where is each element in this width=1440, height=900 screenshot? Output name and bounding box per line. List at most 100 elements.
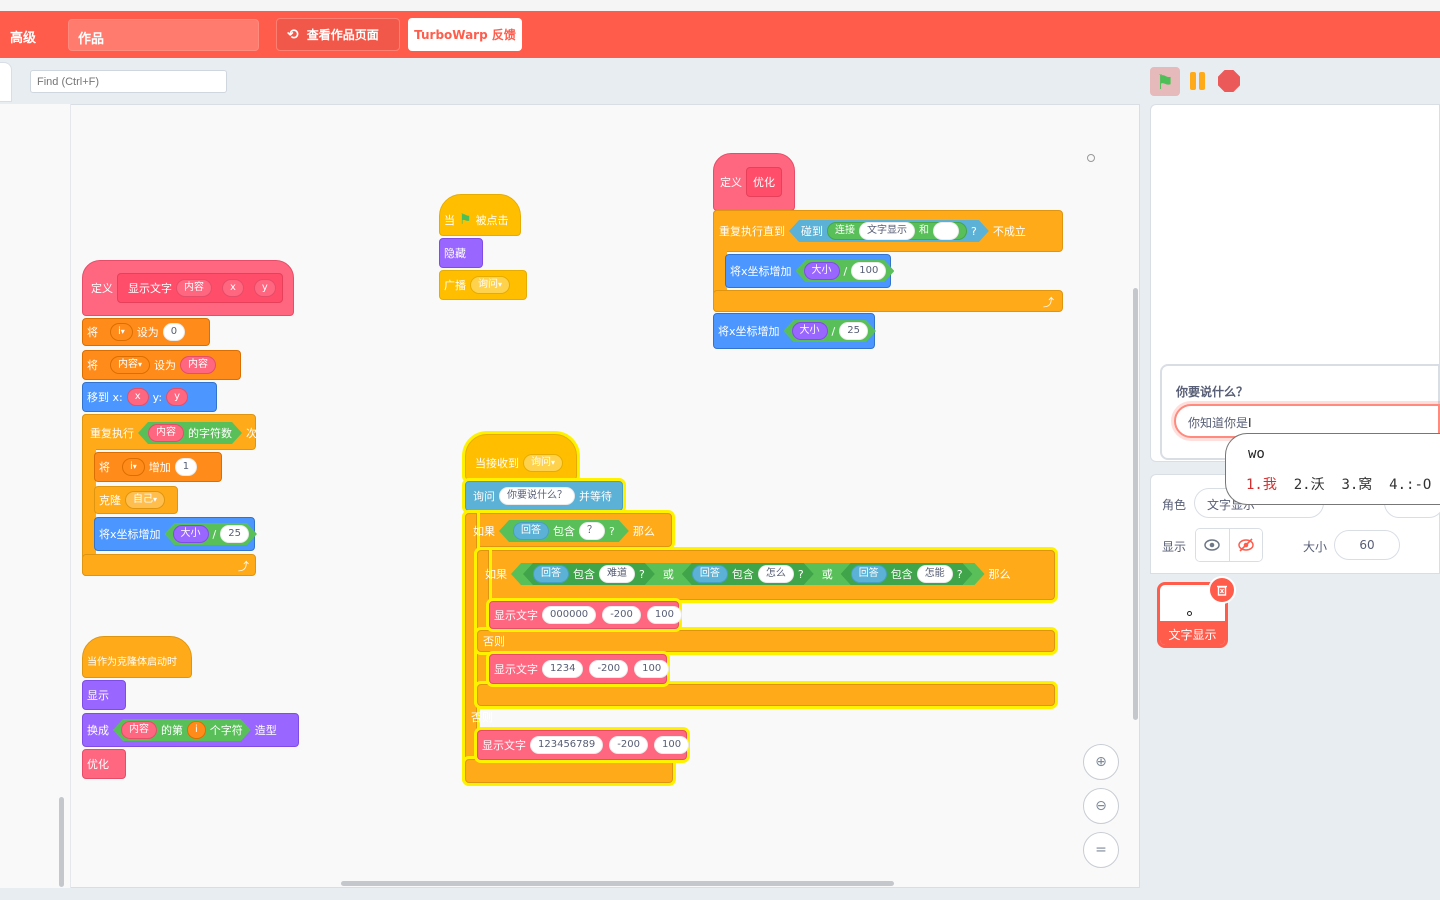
arg-y[interactable]: 100 xyxy=(646,606,682,624)
vertical-scrollbar[interactable] xyxy=(1133,288,1138,720)
define-display-block[interactable]: 定义 显示文字 内容 x y xyxy=(82,260,294,316)
param-content[interactable]: 内容 xyxy=(176,279,212,297)
arg-y[interactable]: 100 xyxy=(634,660,670,678)
answer-reporter[interactable]: 回答 xyxy=(851,565,887,583)
divisor-input[interactable]: 25 xyxy=(220,525,249,543)
clone-block[interactable]: 克隆 自己 xyxy=(94,486,178,514)
ask-question-input[interactable]: 你要说什么？ xyxy=(499,487,575,505)
feedback-button[interactable]: TurboWarp 反馈 xyxy=(408,18,522,51)
if-label: 如果 xyxy=(473,524,495,538)
project-title-input[interactable]: 作品 xyxy=(68,19,259,51)
show-hidden-button[interactable] xyxy=(1228,529,1262,561)
contains-text[interactable]: ？ xyxy=(579,522,605,540)
delete-sprite-button[interactable] xyxy=(1208,576,1236,604)
answer-reporter[interactable]: 回答 xyxy=(533,565,569,583)
show-block[interactable]: 显示 xyxy=(82,680,126,710)
horizontal-scrollbar[interactable] xyxy=(341,881,894,886)
ime-candidate[interactable]: 4.:-O xyxy=(1389,477,1431,493)
set-i-block[interactable]: 将 i 设为 0 xyxy=(82,318,210,346)
divisor-input[interactable]: 100 xyxy=(851,262,886,280)
switch-costume-block[interactable]: 换成 内容 的第 i 个字符 造型 xyxy=(82,713,299,747)
contains-text-b[interactable]: 怎么 xyxy=(758,565,794,583)
content-reporter[interactable]: 内容 xyxy=(121,721,157,739)
y-label: y: xyxy=(152,390,163,404)
find-input[interactable] xyxy=(30,70,227,93)
contains-text-a[interactable]: 难道 xyxy=(599,565,635,583)
var-dropdown[interactable]: 内容 xyxy=(110,356,151,374)
i-reporter[interactable]: i xyxy=(187,721,206,739)
display-text-block-2[interactable]: 显示文字 1234 -200 100 xyxy=(489,654,670,684)
arg-text[interactable]: 000000 xyxy=(542,606,597,624)
var-dropdown[interactable]: i xyxy=(110,323,133,341)
arg-x[interactable]: -200 xyxy=(602,606,641,624)
divide-label: / xyxy=(843,264,848,278)
optimize-call-block[interactable]: 优化 xyxy=(82,749,126,779)
x-reporter[interactable]: x xyxy=(126,388,149,406)
display-text-block-1[interactable]: 显示文字 000000 -200 100 xyxy=(489,601,682,629)
size-input[interactable]: 60 xyxy=(1334,530,1400,560)
goto-xy-block[interactable]: 移到 x: x y: y xyxy=(82,382,217,412)
question-label: ? xyxy=(971,224,977,238)
then-label: 那么 xyxy=(988,567,1011,581)
join-reporter[interactable]: 连接 文字显示 和 xyxy=(827,222,967,240)
param-y[interactable]: y xyxy=(253,279,276,297)
value-input[interactable]: 1 xyxy=(174,458,198,476)
display-text-block-3[interactable]: 显示文字 123456789 -200 100 xyxy=(477,730,690,760)
define-optimize-block[interactable]: 定义 优化 xyxy=(713,153,795,211)
size-reporter[interactable]: 大小 xyxy=(792,322,828,340)
receive-script[interactable]: 当接收到 询问 询问 你要说什么？ 并等待 如果 回答 包含 ？ ? 那么 如果 xyxy=(465,434,1055,786)
clone-label: 克隆 xyxy=(99,493,121,507)
arg-text[interactable]: 123456789 xyxy=(530,736,604,754)
divisor-input[interactable]: 25 xyxy=(839,322,868,340)
zoom-out-button[interactable]: ⊖ xyxy=(1083,788,1119,824)
ime-candidate[interactable]: 2.沃 xyxy=(1294,477,1325,493)
answer-reporter[interactable]: 回答 xyxy=(692,565,728,583)
stop-button[interactable] xyxy=(1218,70,1240,92)
eye-icon xyxy=(1204,539,1221,551)
arg-x[interactable]: -200 xyxy=(589,660,629,678)
hide-block[interactable]: 隐藏 xyxy=(439,238,483,268)
size-reporter[interactable]: 大小 xyxy=(173,525,209,543)
clicked-label: 被点击 xyxy=(475,213,509,227)
visibility-toggle[interactable] xyxy=(1195,528,1263,562)
display-label: 显示文字 xyxy=(494,662,538,676)
answer-reporter[interactable]: 回答 xyxy=(513,522,549,540)
content-reporter[interactable]: 内容 xyxy=(148,424,184,442)
param-x[interactable]: x xyxy=(222,279,244,297)
receive-message-dropdown[interactable]: 询问 xyxy=(523,454,564,472)
contains-text-c[interactable]: 怎能 xyxy=(917,565,953,583)
tab-stub[interactable] xyxy=(0,62,12,102)
zoom-reset-button[interactable]: = xyxy=(1083,832,1119,868)
join-text-b[interactable] xyxy=(933,222,959,240)
arg-x[interactable]: -200 xyxy=(609,736,648,754)
arg-text[interactable]: 1234 xyxy=(542,660,584,678)
var-dropdown[interactable]: i xyxy=(122,458,145,476)
clone-target-dropdown[interactable]: 自己 xyxy=(125,491,166,509)
broadcast-block[interactable]: 广播 询问 xyxy=(439,270,527,300)
pause-button[interactable] xyxy=(1186,70,1208,92)
value-input[interactable]: 0 xyxy=(162,323,186,341)
size-reporter[interactable]: 大小 xyxy=(804,262,840,280)
change-x-block-2[interactable]: 将x坐标增加 大小 / 100 xyxy=(725,254,891,288)
zoom-in-button[interactable]: ⊕ xyxy=(1083,744,1119,780)
broadcast-message-dropdown[interactable]: 询问 xyxy=(470,276,511,294)
advanced-menu[interactable]: 高级 xyxy=(10,27,36,46)
show-label: 显示 xyxy=(1162,540,1187,554)
value-reporter[interactable]: 内容 xyxy=(180,356,217,374)
show-visible-button[interactable] xyxy=(1196,529,1229,561)
ime-candidate[interactable]: 3.窝 xyxy=(1341,477,1372,493)
see-project-button[interactable]: ⟲ 查看作品页面 xyxy=(276,18,400,51)
change-i-block[interactable]: 将 i 增加 1 xyxy=(94,452,222,482)
green-flag-button[interactable]: ⚑ xyxy=(1150,67,1180,96)
flag-hat-block[interactable]: 当 ⚑ 被点击 xyxy=(439,194,521,236)
join-text-a[interactable]: 文字显示 xyxy=(859,222,915,240)
palette-scrollbar[interactable] xyxy=(59,797,64,887)
workspace-left-strip xyxy=(0,104,71,888)
arg-y[interactable]: 100 xyxy=(653,736,690,754)
change-x-block-3[interactable]: 将x坐标增加 大小 / 25 xyxy=(713,313,875,349)
clone-start-hat[interactable]: 当作为克隆体启动时 xyxy=(82,636,192,678)
set-content-block[interactable]: 将 内容 设为 内容 xyxy=(82,350,241,380)
change-x-block-1[interactable]: 将x坐标增加 大小 / 25 xyxy=(94,517,255,551)
y-reporter[interactable]: y xyxy=(166,388,188,406)
ime-candidate[interactable]: 1.我 xyxy=(1246,477,1277,493)
